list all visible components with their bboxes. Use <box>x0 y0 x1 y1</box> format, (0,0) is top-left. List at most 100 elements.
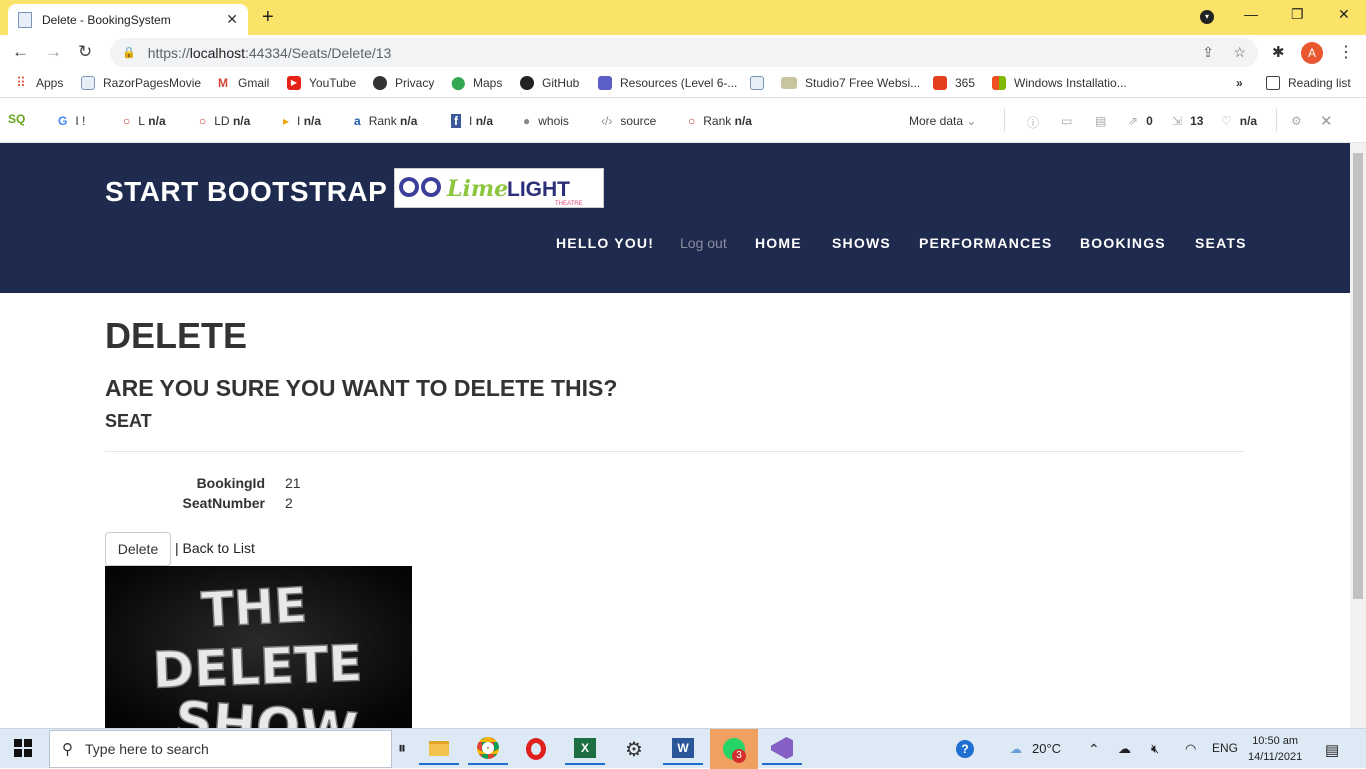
taskbar-search-box[interactable]: ⚲ Type here to search <box>49 730 392 768</box>
bookmark-razorpagesmovie[interactable]: RazorPagesMovie <box>81 76 201 90</box>
seo-label: Rank <box>703 114 732 128</box>
site-brand[interactable]: START BOOTSTRAP <box>105 176 387 208</box>
volume-muted-icon[interactable]: 🔇︎ <box>1151 741 1159 757</box>
tab-search-icon[interactable]: ▾ <box>1200 10 1214 24</box>
input-language[interactable]: ENG <box>1212 741 1238 755</box>
tab-title: Delete - BookingSystem <box>42 12 171 27</box>
seo-health[interactable]: ♡ n/a <box>1221 114 1257 128</box>
seo-value: n/a <box>400 114 418 128</box>
bookmark-studio7[interactable]: Studio7 Free Websi... <box>781 76 920 90</box>
bookmark-star-icon[interactable]: ☆ <box>1233 44 1246 60</box>
bookmark-label: Gmail <box>238 76 270 90</box>
delete-button[interactable]: Delete <box>105 532 171 566</box>
bookmarks-overflow-button[interactable]: » <box>1236 76 1243 90</box>
notification-badge: 3 <box>732 749 746 763</box>
word-icon[interactable]: W <box>663 733 703 765</box>
new-tab-button[interactable]: + <box>262 6 274 29</box>
forward-arrow-icon[interactable]: → <box>45 42 62 62</box>
seo-rank-semrush[interactable]: ○ Rank n/a <box>688 114 752 128</box>
seo-external-links[interactable]: ⇗ 0 <box>1128 114 1153 128</box>
seo-google-index[interactable]: G I ! <box>58 114 85 128</box>
seo-i[interactable]: ▸ I n/a <box>283 114 321 128</box>
seo-label: More data <box>909 114 964 128</box>
seo-rank-alexa[interactable]: a Rank n/a <box>354 114 417 128</box>
nav-hello[interactable]: HELLO YOU! <box>556 235 654 251</box>
field-label-seatnumber: SeatNumber <box>182 495 265 511</box>
nav-bookings[interactable]: BOOKINGS <box>1080 235 1166 251</box>
github-icon <box>520 76 534 90</box>
start-button[interactable] <box>14 739 32 762</box>
seo-source[interactable]: ‹/› source <box>601 114 656 128</box>
task-view-icon[interactable]: ⏸ <box>392 733 412 765</box>
bookmark-apps[interactable]: ⠿ Apps <box>14 76 63 91</box>
windows-start-icon <box>14 739 32 757</box>
scrollbar-thumb[interactable] <box>1353 153 1363 599</box>
seo-internal-links[interactable]: ⇲ 13 <box>1172 114 1203 128</box>
page-scrollbar[interactable] <box>1350 143 1366 728</box>
close-window-icon[interactable]: ✕ <box>1338 6 1350 23</box>
bookmark-windows-installation[interactable]: Windows Installatio... <box>992 76 1127 90</box>
seo-facebook[interactable]: f I n/a <box>451 114 493 128</box>
weather-widget[interactable]: ☁ 20°C <box>1010 741 1061 756</box>
search-icon: ⚲ <box>62 741 73 758</box>
wifi-icon[interactable]: ◠ <box>1185 741 1196 757</box>
share-icon[interactable]: ⇪ <box>1202 44 1214 60</box>
back-arrow-icon[interactable]: ← <box>12 42 29 62</box>
seo-ld[interactable]: ○ LD n/a <box>199 114 250 128</box>
excel-icon[interactable]: X <box>565 733 605 765</box>
onedrive-error-icon[interactable]: ☁ <box>1118 741 1131 757</box>
help-icon[interactable]: ? <box>945 733 985 765</box>
show-hidden-icons-chevron-icon[interactable]: ⌃ <box>1088 741 1100 758</box>
bookmark-365[interactable]: 365 <box>933 76 975 90</box>
gmail-icon: M <box>218 76 228 90</box>
nav-home[interactable]: HOME <box>755 235 802 251</box>
bookmark-page[interactable] <box>750 76 772 90</box>
lock-icon: 🔒 <box>122 47 136 59</box>
seo-more-data-dropdown[interactable]: More data ⌄ <box>909 114 976 128</box>
seo-l[interactable]: ○ L n/a <box>123 114 166 128</box>
seo-whois[interactable]: ● whois <box>523 114 569 128</box>
bookmark-gmail[interactable]: M Gmail <box>216 76 269 90</box>
monitor-icon[interactable]: ▭ <box>1061 114 1072 128</box>
whatsapp-icon[interactable]: 3 <box>710 729 758 769</box>
reading-list-button[interactable]: Reading list <box>1266 76 1351 90</box>
nav-shows[interactable]: SHOWS <box>832 235 891 251</box>
windows-taskbar: ⚲ Type here to search ⏸ X ⚙ W 3 ? ☁ 20°C… <box>0 728 1366 769</box>
nav-logout-link[interactable]: Log out <box>680 235 727 251</box>
settings-gear-icon[interactable]: ⚙ <box>1291 114 1302 128</box>
notifications-icon[interactable]: ▤ <box>1325 741 1339 759</box>
bookmark-label: 365 <box>955 76 976 90</box>
search-placeholder: Type here to search <box>85 741 209 757</box>
opera-icon[interactable] <box>516 733 556 765</box>
bookmark-github[interactable]: GitHub <box>520 76 579 90</box>
bookmark-resources[interactable]: Resources (Level 6-... <box>598 76 737 90</box>
minimize-window-icon[interactable]: — <box>1244 6 1258 22</box>
browser-menu-icon[interactable]: ⋮ <box>1338 42 1354 62</box>
seo-label: I <box>297 114 301 128</box>
restore-window-icon[interactable]: ❐ <box>1291 6 1304 23</box>
file-explorer-icon[interactable] <box>419 733 459 765</box>
nav-seats[interactable]: SEATS <box>1195 235 1247 251</box>
close-tab-icon[interactable]: ✕ <box>226 11 238 28</box>
document-icon[interactable]: ▤ <box>1095 114 1106 128</box>
browser-tab-active[interactable]: Delete - BookingSystem ✕ <box>8 4 248 35</box>
bookmark-privacy[interactable]: Privacy <box>373 76 434 90</box>
clock-date: 14/11/2021 <box>1248 751 1303 763</box>
bookmark-maps[interactable]: ⬤ Maps <box>451 76 502 91</box>
taskbar-clock[interactable]: 10:50 am 14/11/2021 <box>1248 733 1302 765</box>
close-seobar-icon[interactable]: ✕ <box>1320 112 1333 130</box>
nav-performances[interactable]: PERFORMANCES <box>919 235 1052 251</box>
visual-studio-icon[interactable] <box>762 733 802 765</box>
chrome-icon[interactable] <box>468 733 508 765</box>
site-header: START BOOTSTRAP Lime LIGHT THEATRE HELLO… <box>0 143 1350 293</box>
bookmark-youtube[interactable]: ▶ YouTube <box>287 76 356 90</box>
extensions-puzzle-icon[interactable]: ✱ <box>1272 43 1285 61</box>
info-icon[interactable]: ⓘ <box>1027 114 1039 131</box>
settings-gear-icon[interactable]: ⚙ <box>614 733 654 765</box>
seoquake-logo-icon[interactable]: SQ <box>8 112 25 126</box>
back-to-list-link[interactable]: | Back to List <box>175 540 255 556</box>
seo-value: n/a <box>303 114 322 128</box>
address-bar[interactable]: 🔒 https://localhost:44334/Seats/Delete/1… <box>110 38 1258 67</box>
reload-icon[interactable]: ↻ <box>78 42 92 62</box>
profile-avatar[interactable]: A <box>1301 42 1323 64</box>
